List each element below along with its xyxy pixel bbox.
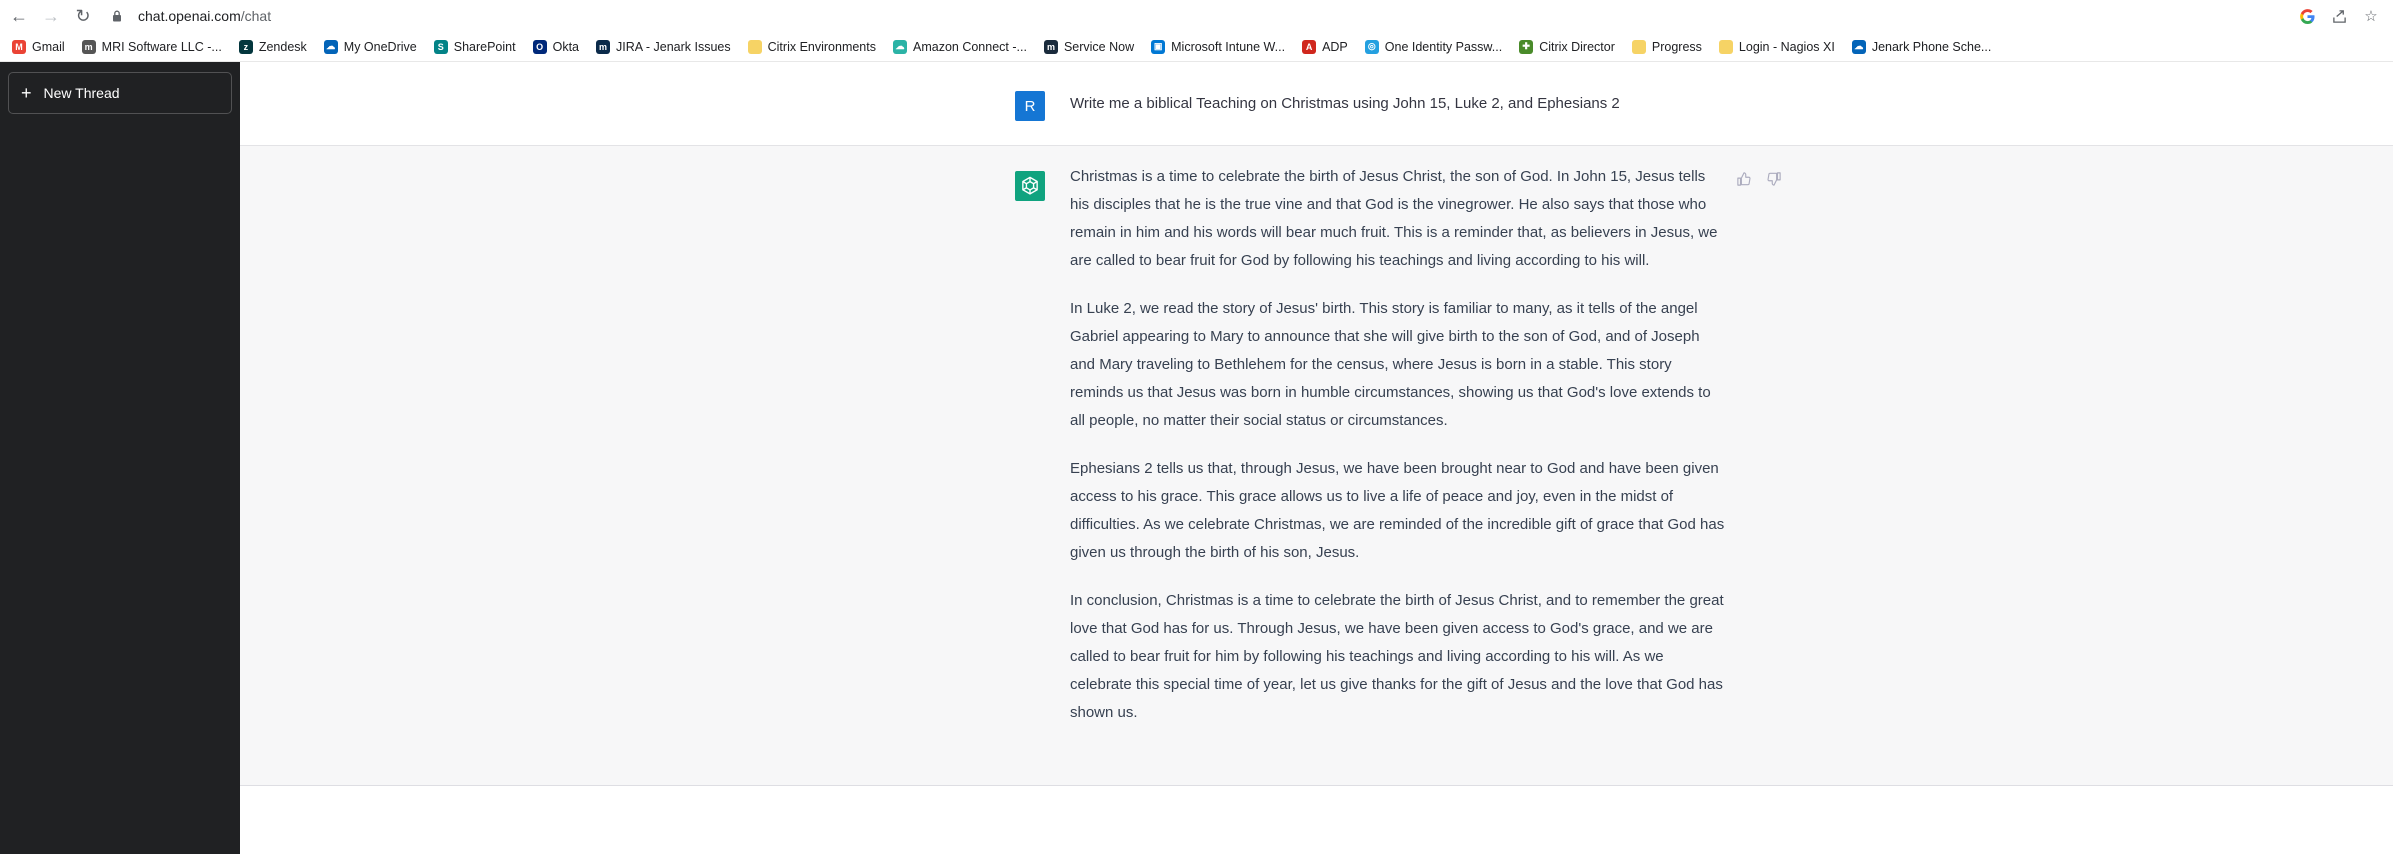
bookmark-label: Zendesk — [258, 39, 307, 54]
conversation-pane: R Write me a biblical Teaching on Christ… — [240, 62, 2393, 854]
google-icon[interactable] — [2297, 6, 2317, 26]
bookmark-item[interactable]: m Service Now — [1043, 39, 1135, 54]
gmail-icon: M — [12, 39, 26, 54]
plus-icon: + — [21, 82, 32, 103]
share-icon[interactable] — [2329, 6, 2349, 26]
bookmark-label: One Identity Passw... — [1384, 39, 1503, 54]
bookmark-label: Jenark Phone Sche... — [1871, 39, 1992, 54]
bookmark-label: Login - Nagios XI — [1738, 39, 1835, 54]
oneidentity-icon: ◎ — [1364, 39, 1379, 54]
lock-icon — [110, 9, 124, 23]
bookmark-item[interactable]: ☁ My OneDrive — [323, 39, 417, 54]
bookmark-item[interactable]: m JIRA - Jenark Issues — [596, 39, 731, 54]
folder-icon — [747, 39, 762, 54]
bookmark-label: ADP — [1322, 39, 1348, 54]
assistant-message-row: Christmas is a time to celebrate the bir… — [240, 146, 2393, 786]
bookmark-item[interactable]: z Zendesk — [238, 39, 307, 54]
zendesk-icon: z — [238, 39, 253, 54]
feedback-buttons — [1735, 170, 1783, 188]
mri-icon: m — [81, 39, 96, 54]
bookmark-label: Amazon Connect -... — [913, 39, 1027, 54]
amazon-connect-icon: ☁ — [893, 39, 907, 54]
bookmark-label: Citrix Director — [1539, 39, 1615, 54]
servicenow-icon: m — [1043, 39, 1058, 54]
bookmark-item[interactable]: ▣ Microsoft Intune W... — [1151, 39, 1286, 54]
bookmark-item[interactable]: O Okta — [532, 39, 579, 54]
bookmark-item[interactable]: Login - Nagios XI — [1718, 39, 1835, 54]
bookmark-label: SharePoint — [453, 39, 516, 54]
url-path: /chat — [240, 8, 272, 24]
bookmark-label: My OneDrive — [343, 39, 417, 54]
sharepoint-icon: S — [433, 39, 448, 54]
okta-icon: O — [532, 39, 547, 54]
bookmark-label: MRI Software LLC -... — [101, 39, 222, 54]
thumbs-down-icon[interactable] — [1765, 170, 1783, 188]
adp-icon: A — [1302, 39, 1317, 54]
bookmark-label: Service Now — [1063, 39, 1135, 54]
bookmark-item[interactable]: m MRI Software LLC -... — [81, 39, 222, 54]
bookmark-item[interactable]: ☁ Amazon Connect -... — [893, 39, 1027, 54]
url-host: chat.openai.com — [138, 8, 241, 24]
bookmarks-bar: M Gmail m MRI Software LLC -... z Zendesk ☁ My … — [0, 32, 2393, 62]
user-message-row: R Write me a biblical Teaching on Christ… — [240, 62, 2393, 146]
onedrive-icon: ☁ — [323, 39, 338, 54]
reload-icon[interactable]: ↻ — [70, 3, 96, 29]
back-arrow-icon[interactable]: ← — [6, 3, 32, 29]
browser-actions: ☆ — [2297, 6, 2381, 26]
assistant-paragraph: Christmas is a time to celebrate the bir… — [1070, 168, 1718, 269]
bookmark-item[interactable]: S SharePoint — [433, 39, 516, 54]
sidebar: + New Thread — [0, 62, 240, 854]
bookmark-label: Citrix Environments — [767, 39, 876, 54]
citrix-director-icon: ✚ — [1519, 39, 1534, 54]
bookmark-item[interactable]: Progress — [1631, 39, 1702, 54]
bookmark-label: Gmail — [32, 39, 65, 54]
assistant-message: Christmas is a time to celebrate the bir… — [1070, 163, 1725, 747]
user-message: Write me a biblical Teaching on Christma… — [1070, 95, 1620, 112]
forward-arrow-icon[interactable]: → — [38, 3, 64, 29]
thumbs-up-icon[interactable] — [1735, 170, 1753, 188]
url-text: chat.openai.com/chat — [138, 8, 271, 24]
bookmark-label: Okta — [552, 39, 579, 54]
intune-icon: ▣ — [1151, 39, 1166, 54]
bookmark-star-icon[interactable]: ☆ — [2361, 6, 2381, 26]
bookmark-label: Progress — [1651, 39, 1702, 54]
new-thread-label: New Thread — [43, 85, 120, 101]
new-thread-button[interactable]: + New Thread — [8, 72, 232, 114]
assistant-paragraph: Ephesians 2 tells us that, through Jesus… — [1070, 460, 1725, 561]
jira-icon: m — [596, 39, 610, 54]
user-avatar: R — [1015, 91, 1045, 121]
bookmark-label: Microsoft Intune W... — [1171, 39, 1286, 54]
browser-toolbar: ← → ↻ chat.openai.com/chat ☆ — [0, 0, 2393, 32]
bookmark-label: JIRA - Jenark Issues — [616, 39, 731, 54]
folder-icon — [1631, 39, 1646, 54]
bookmark-item[interactable]: ✚ Citrix Director — [1519, 39, 1615, 54]
openai-logo-icon — [1015, 171, 1045, 201]
bookmark-item[interactable]: ◎ One Identity Passw... — [1364, 39, 1503, 54]
assistant-paragraph: In conclusion, Christmas is a time to ce… — [1070, 592, 1724, 721]
bookmark-item[interactable]: A ADP — [1302, 39, 1348, 54]
folder-icon — [1718, 39, 1733, 54]
address-bar[interactable]: chat.openai.com/chat — [110, 3, 2283, 29]
onedrive-icon: ☁ — [1851, 39, 1866, 54]
bookmark-item[interactable]: ☁ Jenark Phone Sche... — [1851, 39, 1992, 54]
bookmark-item[interactable]: M Gmail — [12, 39, 65, 54]
assistant-paragraph: In Luke 2, we read the story of Jesus' b… — [1070, 300, 1711, 429]
bookmark-item[interactable]: Citrix Environments — [747, 39, 876, 54]
